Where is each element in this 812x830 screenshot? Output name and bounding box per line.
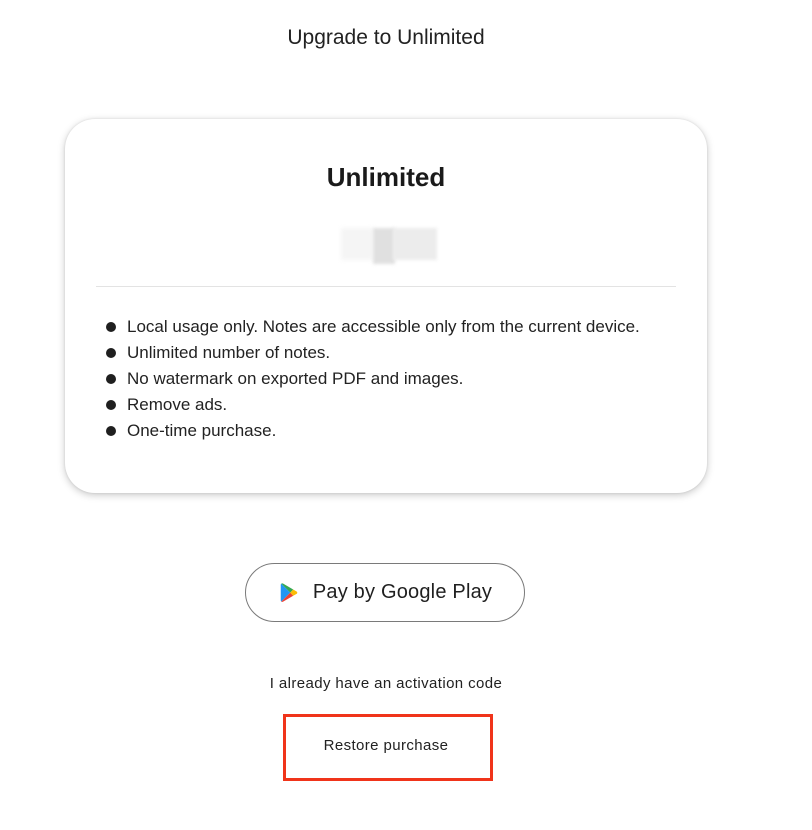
feature-item: No watermark on exported PDF and images.: [105, 366, 665, 392]
page-title: Upgrade to Unlimited: [287, 26, 485, 49]
feature-text: Remove ads.: [127, 395, 228, 414]
feature-item: Remove ads.: [105, 392, 665, 418]
feature-text: Local usage only. Notes are accessible o…: [127, 317, 640, 336]
feature-text: One-time purchase.: [127, 421, 277, 440]
google-play-icon: [280, 582, 298, 602]
feature-text: Unlimited number of notes.: [127, 343, 331, 362]
feature-text: No watermark on exported PDF and images.: [127, 369, 464, 388]
bullet-icon: [106, 348, 116, 358]
feature-item: Local usage only. Notes are accessible o…: [105, 314, 665, 340]
bullet-icon: [106, 322, 116, 332]
pay-by-google-play-button[interactable]: Pay by Google Play: [245, 563, 525, 622]
plan-card: Unlimited Local usage only. Notes are ac…: [65, 119, 707, 493]
feature-list: Local usage only. Notes are accessible o…: [105, 314, 665, 444]
feature-item: Unlimited number of notes.: [105, 340, 665, 366]
bullet-icon: [106, 374, 116, 384]
feature-item: One-time purchase.: [105, 418, 665, 444]
bullet-icon: [106, 426, 116, 436]
pay-button-label: Pay by Google Play: [312, 581, 493, 603]
price-loading-placeholder: [341, 224, 439, 264]
bullet-icon: [106, 400, 116, 410]
restore-purchase-button[interactable]: Restore purchase: [0, 737, 772, 754]
card-divider: [96, 286, 676, 287]
activation-code-link[interactable]: I already have an activation code: [0, 675, 772, 692]
plan-name: Unlimited: [326, 162, 446, 192]
